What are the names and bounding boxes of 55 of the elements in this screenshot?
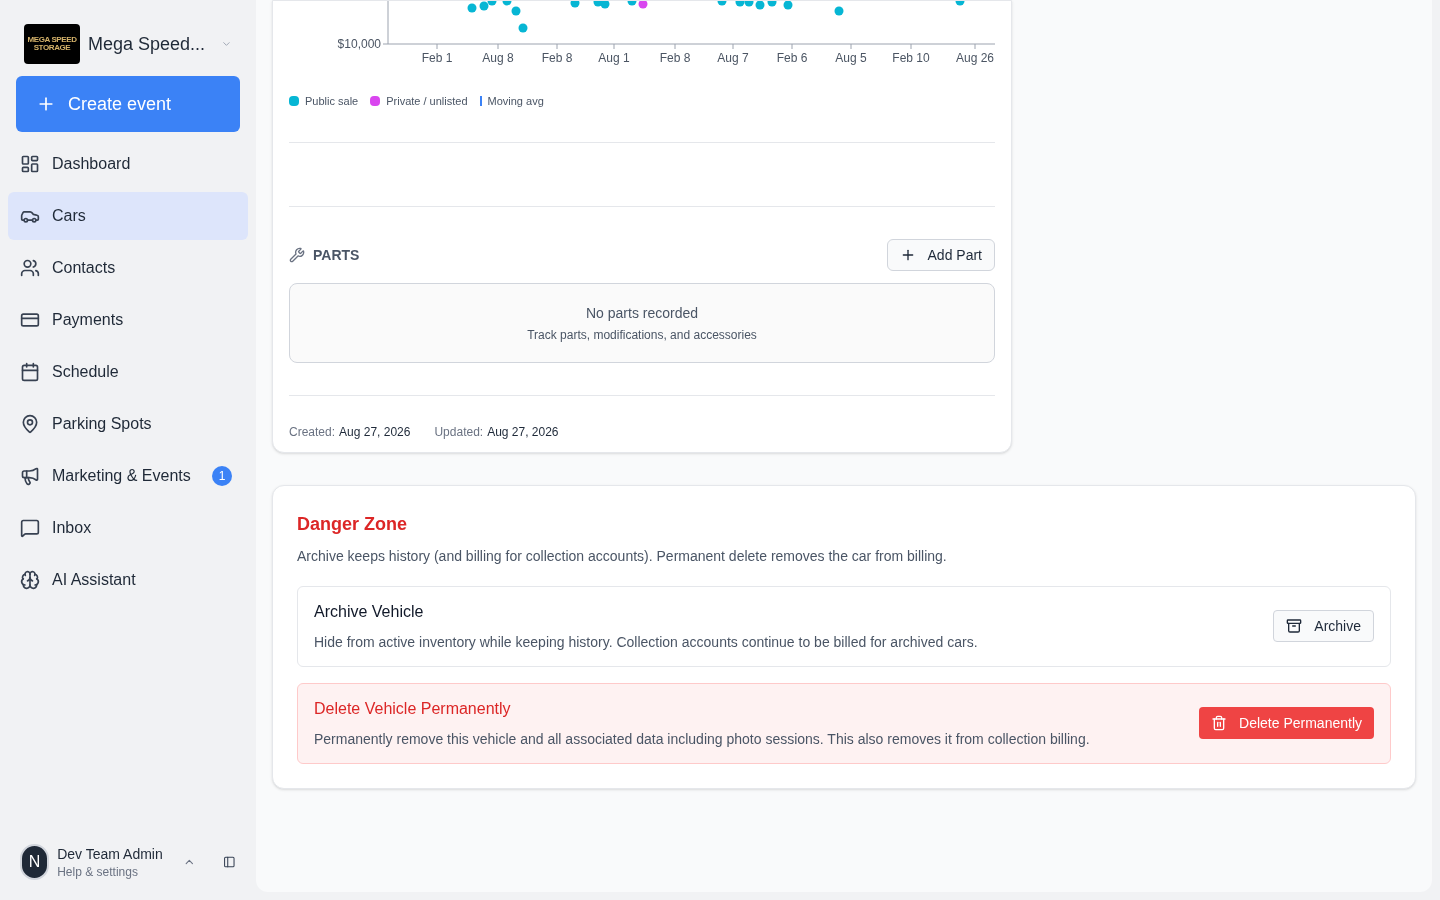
empty-title: No parts recorded	[585, 303, 699, 323]
legend-label: Private / unlisted	[386, 94, 468, 109]
meta-label: Updated:	[434, 423, 484, 440]
create-event-button[interactable]: Create event	[16, 76, 240, 132]
nav-item[interactable]: Contacts	[8, 244, 248, 292]
nav-label: Dashboard	[52, 154, 131, 174]
nav-label: AI Assistant	[52, 570, 136, 590]
action-description: Hide from active inventory while keeping history. Collection accounts continue to be billed for archived cars.	[314, 633, 978, 652]
nav-item[interactable]: Schedule	[8, 348, 248, 396]
add-part-button[interactable]: Add Part	[886, 238, 995, 271]
logo: MEGA SPEED STORAGE	[24, 24, 80, 64]
nav-item[interactable]: Marketing & Events 1	[8, 452, 248, 500]
x-tick-label: Feb 10	[892, 51, 930, 65]
archive-button[interactable]: Archive	[1273, 610, 1374, 642]
nav-item[interactable]: Payments	[8, 296, 248, 344]
x-tick-label: Aug 1	[598, 51, 630, 65]
x-tick-label: Aug 7	[717, 51, 749, 65]
empty-text: Track parts, modifications, and accessories	[527, 326, 757, 343]
action-title: Archive Vehicle	[314, 602, 425, 622]
x-tick-label: Aug 8	[482, 51, 514, 65]
x-tick-label: Feb 8	[659, 51, 691, 65]
nav-label: Marketing & Events	[52, 466, 191, 486]
user-name: Dev Team Admin	[57, 845, 163, 864]
workspace-name[interactable]: Mega Speed...	[88, 30, 206, 58]
y-tick-label: $10,000	[337, 37, 381, 51]
x-tick-label: Feb 1	[421, 51, 453, 65]
action-title: Delete Vehicle Permanently	[314, 699, 512, 719]
nav-item[interactable]: Parking Spots	[8, 400, 248, 448]
nav-label: Payments	[52, 310, 124, 330]
legend-label: Moving avg	[487, 94, 544, 109]
nav-label: Cars	[52, 206, 86, 226]
delete-button[interactable]: Delete Permanently	[1199, 707, 1374, 739]
meta-value: Aug 27, 2026	[487, 423, 559, 440]
meta-value: Aug 27, 2026	[339, 423, 411, 440]
nav-label: Schedule	[52, 362, 119, 382]
x-tick-label: Aug 26	[956, 51, 994, 65]
nav-item[interactable]: Dashboard	[8, 140, 248, 188]
count-badge: 1	[212, 466, 232, 486]
nav-item[interactable]: AI Assistant	[8, 556, 248, 604]
x-tick-label: Feb 8	[541, 51, 573, 65]
nav-label: Parking Spots	[52, 414, 152, 434]
nav-item[interactable]: Cars	[8, 192, 248, 240]
avatar[interactable]: N	[20, 844, 50, 880]
x-tick-label: Aug 5	[835, 51, 867, 65]
action-description: Permanently remove this vehicle and all associated data including photo sessions. This also removes it from collection billing.	[314, 730, 1090, 749]
meta-label: Created:	[289, 423, 336, 440]
legend-label: Public sale	[305, 94, 359, 109]
danger-zone-title: Danger Zone	[297, 512, 408, 536]
nav-item[interactable]: Inbox	[8, 504, 248, 552]
x-tick-label: Feb 6	[776, 51, 808, 65]
section-title: PARTS	[313, 245, 360, 265]
nav-label: Contacts	[52, 258, 116, 278]
nav-label: Inbox	[52, 518, 92, 538]
danger-zone-description: Archive keeps history (and billing for collection accounts). Permanent delete removes the car from billing.	[297, 546, 948, 566]
user-subtitle: Help & settings	[57, 864, 139, 880]
